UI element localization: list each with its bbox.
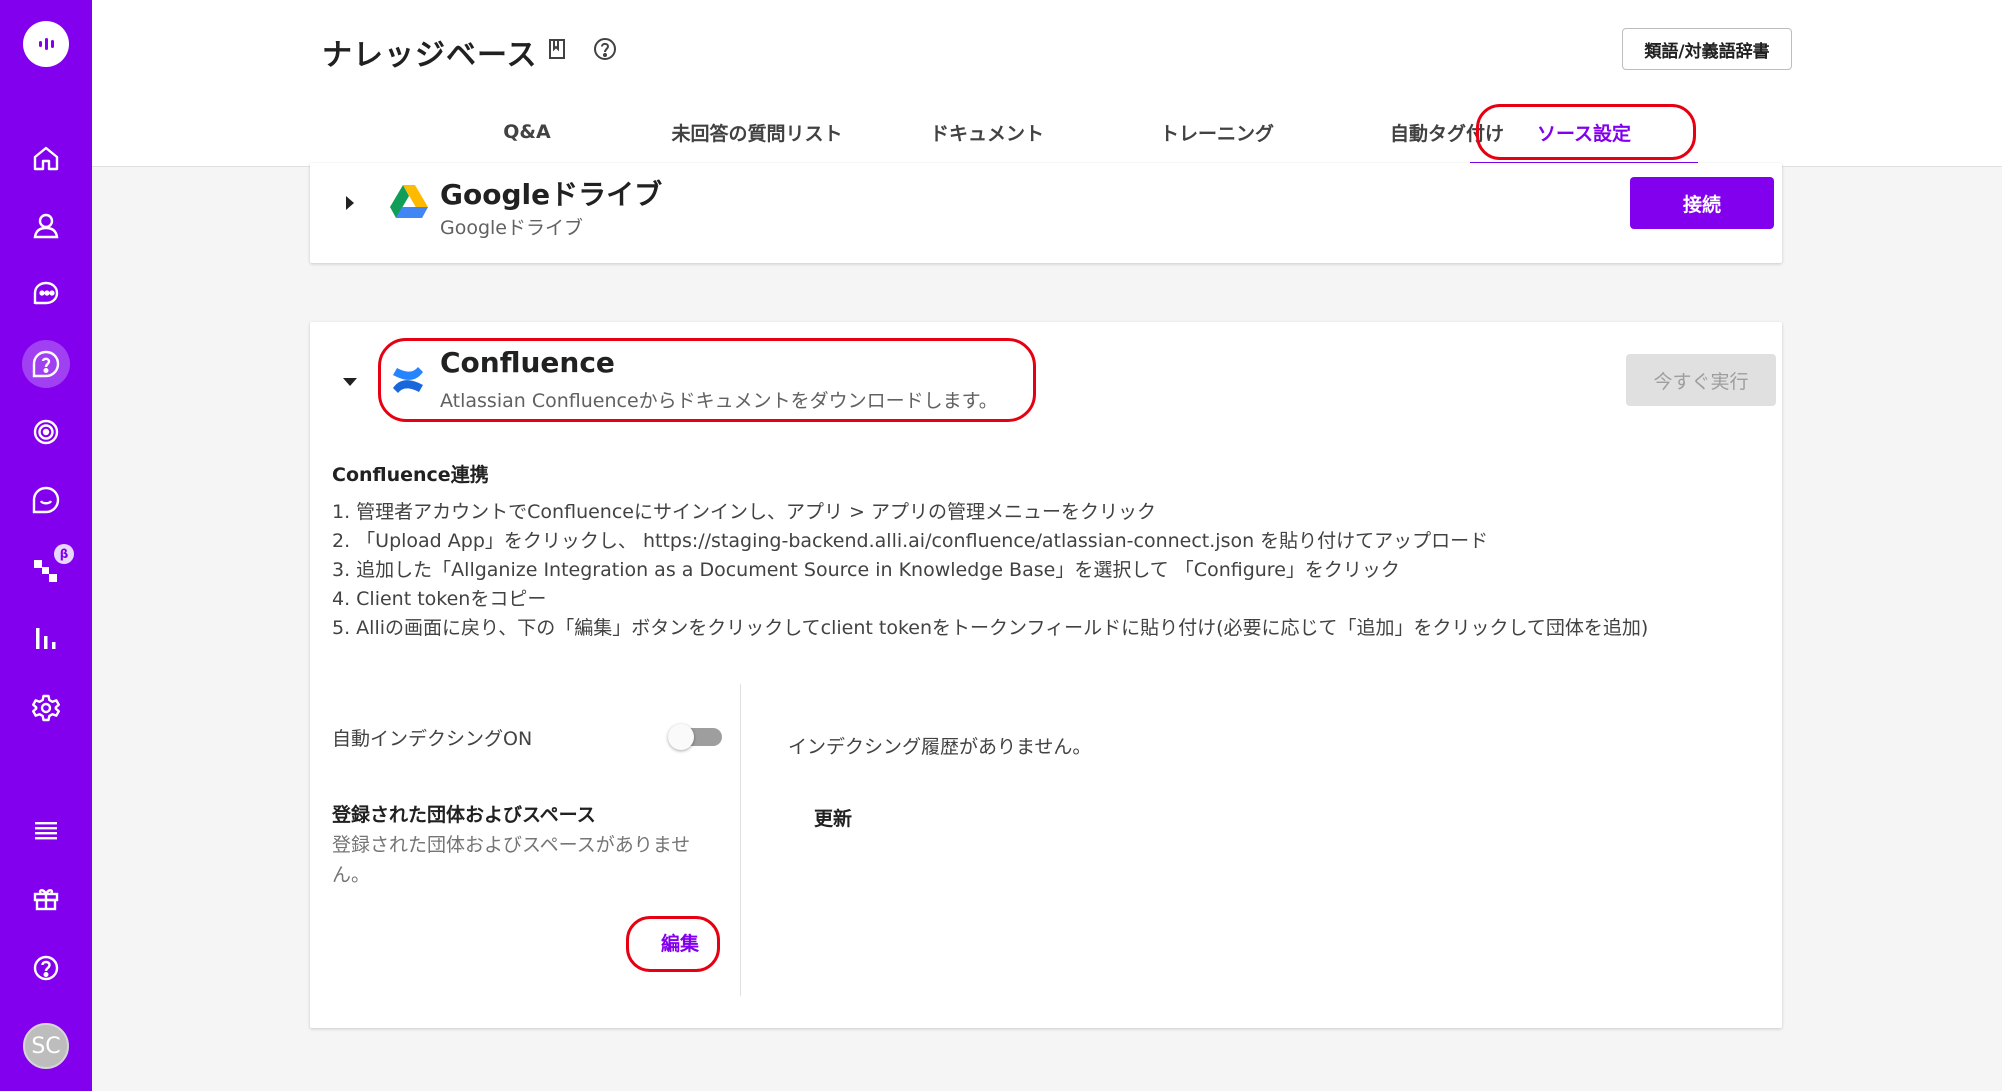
collapse-caret-icon[interactable] — [343, 378, 357, 386]
registered-spaces-heading: 登録された団体およびスペース — [332, 804, 596, 826]
google-drive-card: Googleドライブ Googleドライブ 接続 — [310, 163, 1782, 263]
conversation-icon[interactable] — [22, 476, 70, 524]
google-drive-icon — [390, 185, 428, 218]
synonym-dictionary-button[interactable]: 類語/対義語辞書 — [1622, 28, 1792, 70]
sidebar: β SC — [0, 0, 92, 1091]
connect-button[interactable]: 接続 — [1630, 177, 1774, 229]
registered-spaces-empty-text: 登録された団体およびスペースがありません。 — [332, 834, 691, 886]
run-now-button[interactable]: 今すぐ実行 — [1626, 354, 1776, 406]
help-circle-icon[interactable] — [592, 36, 618, 62]
main-content: Googleドライブ Googleドライブ 接続 Confluence Atla… — [92, 163, 2002, 1091]
auto-indexing-label: 自動インデクシングON — [332, 728, 533, 750]
page-header: ナレッジベース 類語/対義語辞書 Q&A 未回答の質問リスト ドキュメント トレ… — [92, 0, 2002, 167]
menu-icon[interactable] — [22, 806, 70, 854]
step-item: 2. 「Upload App」をクリックし、 https://staging-b… — [332, 530, 1489, 552]
integration-steps: 1. 管理者アカウントでConfluenceにサインインし、アプリ > アプリの… — [332, 498, 1648, 643]
refresh-button[interactable]: 更新 — [814, 804, 852, 831]
edit-button[interactable]: 編集 — [640, 920, 720, 964]
confluence-logo-icon — [393, 367, 423, 393]
tab-training[interactable]: トレーニング — [1102, 112, 1332, 152]
user-icon[interactable] — [22, 202, 70, 250]
chat-icon[interactable] — [22, 270, 70, 318]
confluence-description: Atlassian Confluenceからドキュメントをダウンロードします。 — [440, 390, 998, 412]
gift-icon[interactable] — [22, 874, 70, 922]
auto-indexing-toggle[interactable] — [668, 724, 724, 750]
google-drive-title: Googleドライブ — [440, 178, 663, 211]
fingerprint-icon[interactable] — [22, 408, 70, 456]
expand-caret-icon[interactable] — [346, 196, 354, 210]
page-title: ナレッジベース — [322, 38, 538, 73]
column-divider — [740, 684, 741, 996]
step-item: 1. 管理者アカウントでConfluenceにサインインし、アプリ > アプリの… — [332, 501, 1156, 523]
help-icon[interactable] — [22, 944, 70, 992]
beta-badge: β — [54, 544, 74, 564]
confluence-title: Confluence — [440, 346, 615, 379]
toggle-knob — [668, 724, 694, 750]
home-icon[interactable] — [22, 134, 70, 182]
confluence-card: Confluence Atlassian Confluenceからドキュメントを… — [310, 322, 1782, 1028]
bookmark-icon[interactable] — [544, 36, 570, 62]
indexing-history-empty-text: インデクシング履歴がありません。 — [788, 736, 1092, 758]
tab-qa[interactable]: Q&A — [412, 112, 642, 152]
alli-logo-icon[interactable] — [23, 21, 69, 67]
analytics-icon[interactable] — [22, 614, 70, 662]
tab-unanswered-questions[interactable]: 未回答の質問リスト — [642, 112, 872, 152]
tab-documents[interactable]: ドキュメント — [872, 112, 1102, 152]
step-item: 5. Alliの画面に戻り、下の「編集」ボタンをクリックしてclient tok… — [332, 617, 1649, 639]
confluence-integration-heading: Confluence連携 — [332, 464, 489, 486]
user-avatar[interactable]: SC — [23, 1023, 69, 1069]
step-item: 4. Client tokenをコピー — [332, 588, 547, 610]
tab-source-settings[interactable]: ソース設定 — [1470, 112, 1698, 152]
step-item: 3. 追加した「Allganize Integration as a Docum… — [332, 559, 1400, 581]
settings-icon[interactable] — [22, 684, 70, 732]
knowledge-base-icon[interactable] — [22, 340, 70, 388]
google-drive-description: Googleドライブ — [440, 217, 584, 239]
